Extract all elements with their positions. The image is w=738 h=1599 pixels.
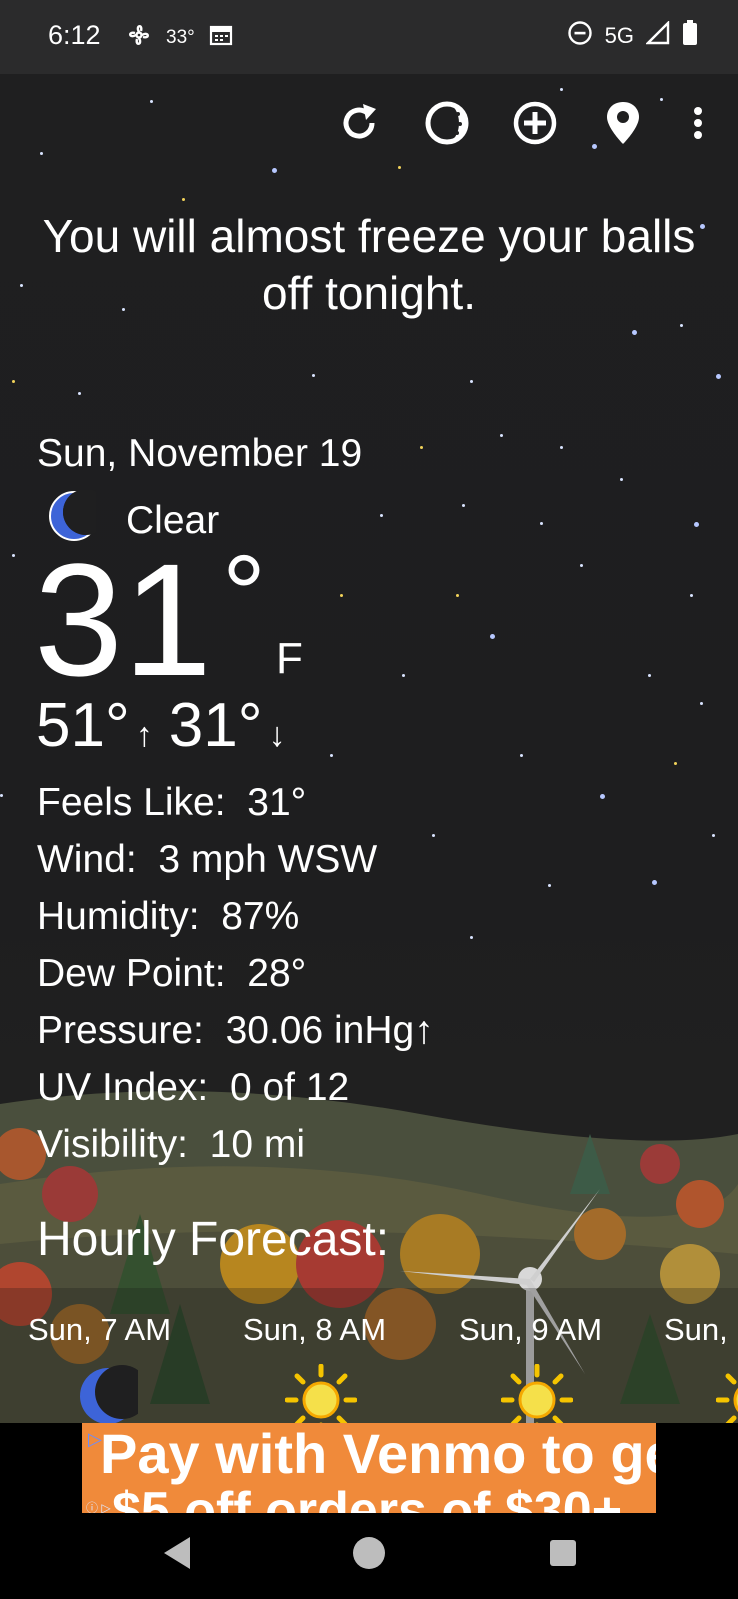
ad-choices-icon[interactable]: ⓘ ▷: [86, 1499, 111, 1513]
hourly-item[interactable]: Sun,: [664, 1312, 738, 1423]
up-arrow-icon: ↑: [135, 716, 153, 754]
do-not-disturb-icon: [567, 20, 593, 52]
current-date: Sun, November 19: [37, 432, 363, 475]
ad-banner[interactable]: Pay with Venmo to ge $5 off orders of $3…: [82, 1423, 656, 1513]
hourly-item[interactable]: Sun, 8 AM: [243, 1312, 386, 1423]
sun-icon: [500, 1363, 574, 1423]
fan-icon: [126, 22, 152, 54]
detail-feels-like: Feels Like: 31°: [37, 781, 307, 824]
refresh-button[interactable]: [336, 100, 382, 146]
ad-subline: $5 off orders of $30+: [112, 1482, 623, 1513]
status-temp: 33°: [166, 27, 195, 48]
current-temperature: 31: [34, 530, 212, 709]
recents-icon: [550, 1540, 576, 1566]
toolbar: [336, 100, 708, 146]
low-temp: 31°: [168, 691, 263, 760]
status-bar: 6:12 33° 5G: [0, 0, 738, 74]
ad-bar: Pay with Venmo to ge $5 off orders of $3…: [0, 1423, 738, 1513]
refresh-icon: [343, 104, 376, 139]
temperature-unit: F: [276, 634, 303, 683]
crescent-moon-icon: [78, 1364, 149, 1423]
back-icon: [164, 1537, 190, 1569]
location-button[interactable]: [600, 100, 646, 146]
recents-button[interactable]: [548, 1535, 578, 1576]
detail-humidity: Humidity: 87%: [37, 895, 300, 938]
hourly-item[interactable]: Sun, 7 AM: [28, 1312, 171, 1423]
sun-icon: [715, 1364, 738, 1423]
moon-phase-button[interactable]: [424, 100, 470, 146]
hourly-forecast-list[interactable]: Sun, 7 AM Sun, 8 AM Sun, 9 AM Sun,: [0, 1288, 738, 1423]
detail-dew-point: Dew Point: 28°: [37, 952, 307, 995]
high-temp: 51°: [36, 691, 130, 760]
detail-uv-index: UV Index: 0 of 12: [37, 1066, 350, 1109]
network-label: 5G: [604, 23, 634, 48]
signal-icon: [645, 20, 670, 51]
home-icon: [353, 1537, 385, 1569]
sun-icon: [284, 1363, 358, 1423]
location-pin-icon: [607, 102, 639, 144]
details-list: Feels Like: 31° Wind: 3 mph WSW Humidity…: [37, 774, 434, 1173]
detail-visibility: Visibility: 10 mi: [37, 1123, 306, 1166]
detail-pressure: Pressure: 30.06 inHg↑: [37, 1009, 434, 1052]
ad-play-icon: ▷: [88, 1429, 102, 1449]
high-low: 51° ↑ 31° ↓: [36, 690, 286, 761]
weather-tagline: You will almost freeze your balls off to…: [42, 210, 696, 319]
battery-icon: [682, 20, 698, 52]
down-arrow-icon: ↓: [268, 716, 286, 754]
add-location-button[interactable]: [512, 100, 558, 146]
more-vert-icon: [694, 107, 702, 139]
moon-phase-icon: [425, 101, 469, 145]
add-location-icon: [513, 101, 557, 145]
back-button[interactable]: [160, 1535, 194, 1576]
hourly-forecast-title: Hourly Forecast:: [37, 1213, 390, 1266]
hourly-item[interactable]: Sun, 9 AM: [459, 1312, 602, 1423]
home-button[interactable]: [352, 1535, 386, 1576]
navigation-bar: [0, 1513, 738, 1599]
detail-wind: Wind: 3 mph WSW: [37, 838, 378, 881]
degree-symbol: °: [222, 533, 266, 656]
ad-headline: Pay with Venmo to ge: [100, 1423, 656, 1485]
calendar-icon: [209, 23, 233, 53]
more-options-button[interactable]: [688, 100, 708, 146]
status-time: 6:12: [48, 20, 101, 50]
